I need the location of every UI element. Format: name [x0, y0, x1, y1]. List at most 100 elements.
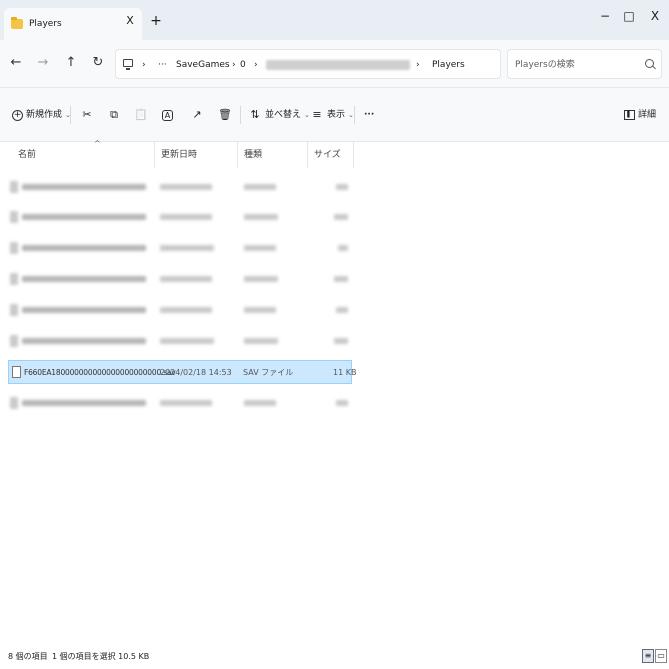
file-row-selected[interactable]: F660EA180000000000000000000000.sav 2024/…	[8, 360, 356, 384]
breadcrumb-separator: ›	[232, 60, 236, 70]
copy-icon: ⧉	[110, 108, 118, 121]
forward-button[interactable]: →	[34, 54, 52, 72]
sort-label: 並べ替え	[265, 110, 302, 120]
breadcrumb-separator: ›	[416, 60, 420, 70]
navigation-bar: ← → ↑ ↻ › ··· SaveGames › 0 › › Players …	[0, 40, 669, 88]
file-row-redacted[interactable]	[8, 175, 352, 199]
trash-icon: 🗑	[218, 108, 232, 121]
column-header-name[interactable]: ^ 名前	[12, 139, 155, 168]
close-button[interactable]: X	[644, 6, 666, 26]
file-row-redacted[interactable]	[8, 329, 352, 353]
file-size: 11 KB	[333, 368, 357, 377]
delete-button[interactable]: 🗑	[218, 106, 235, 124]
toolbar-divider	[240, 106, 241, 124]
up-button[interactable]: ↑	[62, 54, 80, 72]
tab-players[interactable]: Players X	[4, 8, 142, 40]
breadcrumb-separator: ›	[254, 60, 258, 70]
scissors-icon: ✂	[82, 108, 92, 121]
rename-icon: A	[162, 109, 173, 121]
redacted-size	[334, 214, 348, 220]
list-view-icon: ≡	[312, 108, 322, 121]
file-type: SAV ファイル	[243, 368, 294, 377]
file-icon	[10, 304, 18, 316]
tiles-view-icon[interactable]: ▭	[655, 649, 667, 663]
column-header-modified[interactable]: 更新日時	[155, 142, 238, 168]
redacted-name	[22, 400, 146, 406]
minimize-button[interactable]: −	[594, 6, 616, 26]
redacted-name	[22, 184, 146, 190]
redacted-name	[22, 276, 146, 282]
redacted-size	[336, 184, 348, 190]
redacted-size	[336, 307, 348, 313]
toolbar-divider	[70, 106, 71, 124]
chevron-down-icon: ⌄	[348, 111, 354, 119]
breadcrumb-more-button[interactable]: ···	[158, 50, 167, 80]
file-icon	[10, 181, 18, 193]
rename-button[interactable]: A	[162, 106, 176, 124]
selection-info: 1 個の項目を選択 10.5 KB	[52, 652, 150, 661]
copy-button[interactable]: ⧉	[107, 106, 124, 124]
breadcrumb-players[interactable]: Players	[432, 50, 465, 80]
breadcrumb-savegames[interactable]: SaveGames	[176, 50, 230, 80]
breadcrumb-0[interactable]: 0	[240, 50, 246, 80]
redacted-date	[160, 276, 212, 282]
redacted-name	[22, 307, 146, 313]
file-modified: 2024/02/18 14:53	[160, 368, 232, 377]
more-options-button[interactable]: ···	[364, 106, 374, 124]
share-button[interactable]: ↗	[190, 106, 207, 124]
search-placeholder: Playersの検索	[515, 60, 575, 70]
back-button[interactable]: ←	[7, 54, 25, 72]
redacted-date	[160, 214, 212, 220]
redacted-type	[244, 307, 276, 313]
toolbar-divider	[354, 106, 355, 124]
search-input[interactable]: Playersの検索	[507, 49, 662, 79]
redacted-type	[244, 214, 278, 220]
tab-close-button[interactable]: X	[123, 14, 137, 28]
file-row-redacted[interactable]	[8, 267, 352, 291]
new-label: 新規作成	[26, 110, 63, 120]
file-row-redacted[interactable]	[8, 205, 352, 229]
command-bar: + 新規作成 ⌄ ✂ ⧉ 📋 A ↗ 🗑 ⇅ 並べ替え ⌄ ≡ 表示 ⌄ ···…	[0, 88, 669, 142]
paste-button[interactable]: 📋	[134, 106, 151, 124]
plus-icon: +	[12, 109, 23, 121]
clipboard-icon: 📋	[134, 108, 148, 121]
file-icon	[10, 273, 18, 285]
sort-ascending-icon: ^	[94, 139, 101, 148]
redacted-date	[160, 400, 212, 406]
new-button[interactable]: + 新規作成 ⌄	[12, 106, 71, 124]
view-button[interactable]: ≡ 表示 ⌄	[310, 106, 354, 124]
folder-icon	[11, 17, 23, 29]
details-view-icon[interactable]: ≡	[642, 649, 654, 663]
file-row-redacted[interactable]	[8, 236, 352, 260]
cut-button[interactable]: ✂	[80, 106, 97, 124]
address-bar[interactable]: › ··· SaveGames › 0 › › Players	[115, 49, 501, 79]
file-icon	[10, 335, 18, 347]
details-pane-icon: ▌	[624, 110, 635, 120]
search-icon	[645, 59, 654, 68]
new-tab-button[interactable]: +	[149, 14, 163, 28]
file-row-redacted[interactable]	[8, 298, 352, 322]
file-list: ^ 名前 更新日時 種類 サイズ F660EA18000000000000000…	[0, 139, 669, 645]
redacted-size	[334, 338, 348, 344]
sort-button[interactable]: ⇅ 並べ替え ⌄	[248, 106, 310, 124]
title-bar: Players X + − □ X	[0, 0, 669, 40]
redacted-name	[22, 214, 146, 220]
file-name: F660EA180000000000000000000000.sav	[24, 368, 176, 377]
column-header-size[interactable]: サイズ	[308, 142, 354, 168]
file-icon	[10, 211, 18, 223]
redacted-size	[336, 400, 348, 406]
redacted-size	[334, 276, 348, 282]
redacted-date	[160, 245, 214, 251]
refresh-button[interactable]: ↻	[89, 54, 107, 72]
redacted-date	[160, 307, 212, 313]
maximize-button[interactable]: □	[618, 6, 640, 26]
file-row-redacted[interactable]	[8, 391, 352, 415]
breadcrumb-redacted	[266, 60, 410, 70]
details-pane-button[interactable]: ▌ 詳細	[624, 106, 656, 124]
file-icon	[12, 366, 21, 378]
sort-icon: ⇅	[250, 108, 260, 121]
redacted-size	[338, 245, 348, 251]
column-header-type[interactable]: 種類	[238, 142, 308, 168]
details-label: 詳細	[638, 110, 657, 120]
item-count: 8 個の項目	[8, 652, 48, 661]
